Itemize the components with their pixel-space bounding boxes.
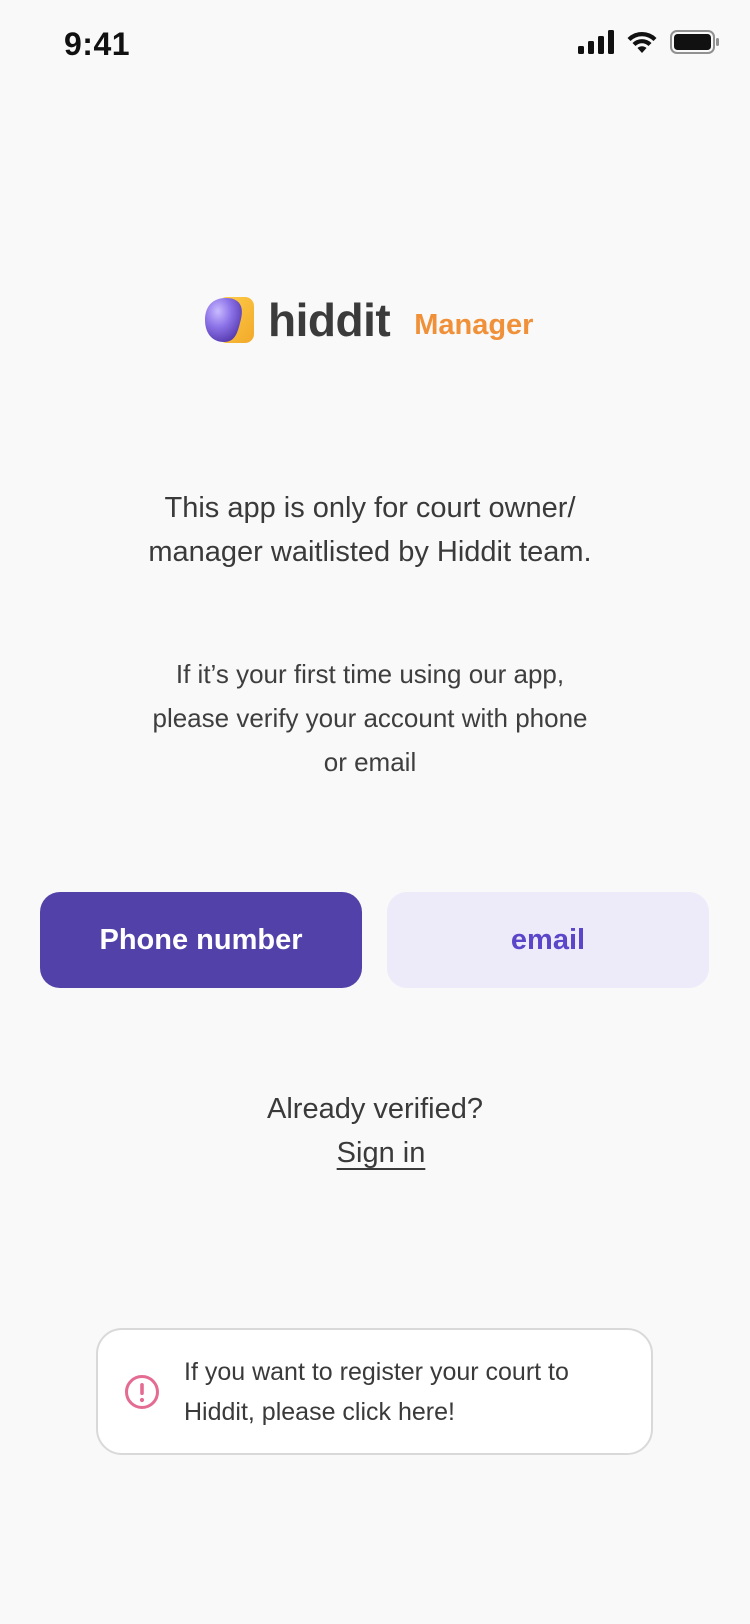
alert-circle-icon [125,1375,159,1409]
battery-icon [670,30,719,54]
notice-line-2: Hiddit, please click here! [184,1398,455,1426]
app-wordmark: hiddit [268,294,391,346]
notice-line-1: If you want to register your court to [184,1358,569,1386]
app-logo: hiddit Manager [204,292,533,348]
sign-in-container: Sign in [0,1132,750,1174]
already-verified-text: Already verified? [267,1093,483,1125]
intro-text: This app is only for court owner/ manage… [90,486,650,574]
cellular-signal-icon [578,30,614,54]
intro-line-2: manager waitlisted by Hiddit team. [148,536,592,568]
verify-line-1: If it’s your first time using our app, [175,659,565,689]
status-icons [578,30,720,54]
intro-line-1: This app is only for court owner/ [164,492,576,524]
email-button[interactable]: email [387,892,709,988]
verify-line-2: please verify your account with phone [152,703,588,733]
register-court-notice[interactable]: If you want to register your court to Hi… [96,1328,653,1455]
manager-badge: Manager [414,309,534,341]
wifi-icon [627,31,657,53]
status-time: 9:41 [64,26,131,62]
notice-text: If you want to register your court to Hi… [184,1352,624,1432]
sign-in-link[interactable]: Sign in [337,1137,426,1169]
verify-line-3: or email [323,747,417,777]
verify-instructions: If it’s your first time using our app, p… [110,652,630,784]
phone-number-button[interactable]: Phone number [40,892,362,988]
status-bar: 9:41 [0,0,750,90]
hiddit-logo-icon [205,297,254,343]
